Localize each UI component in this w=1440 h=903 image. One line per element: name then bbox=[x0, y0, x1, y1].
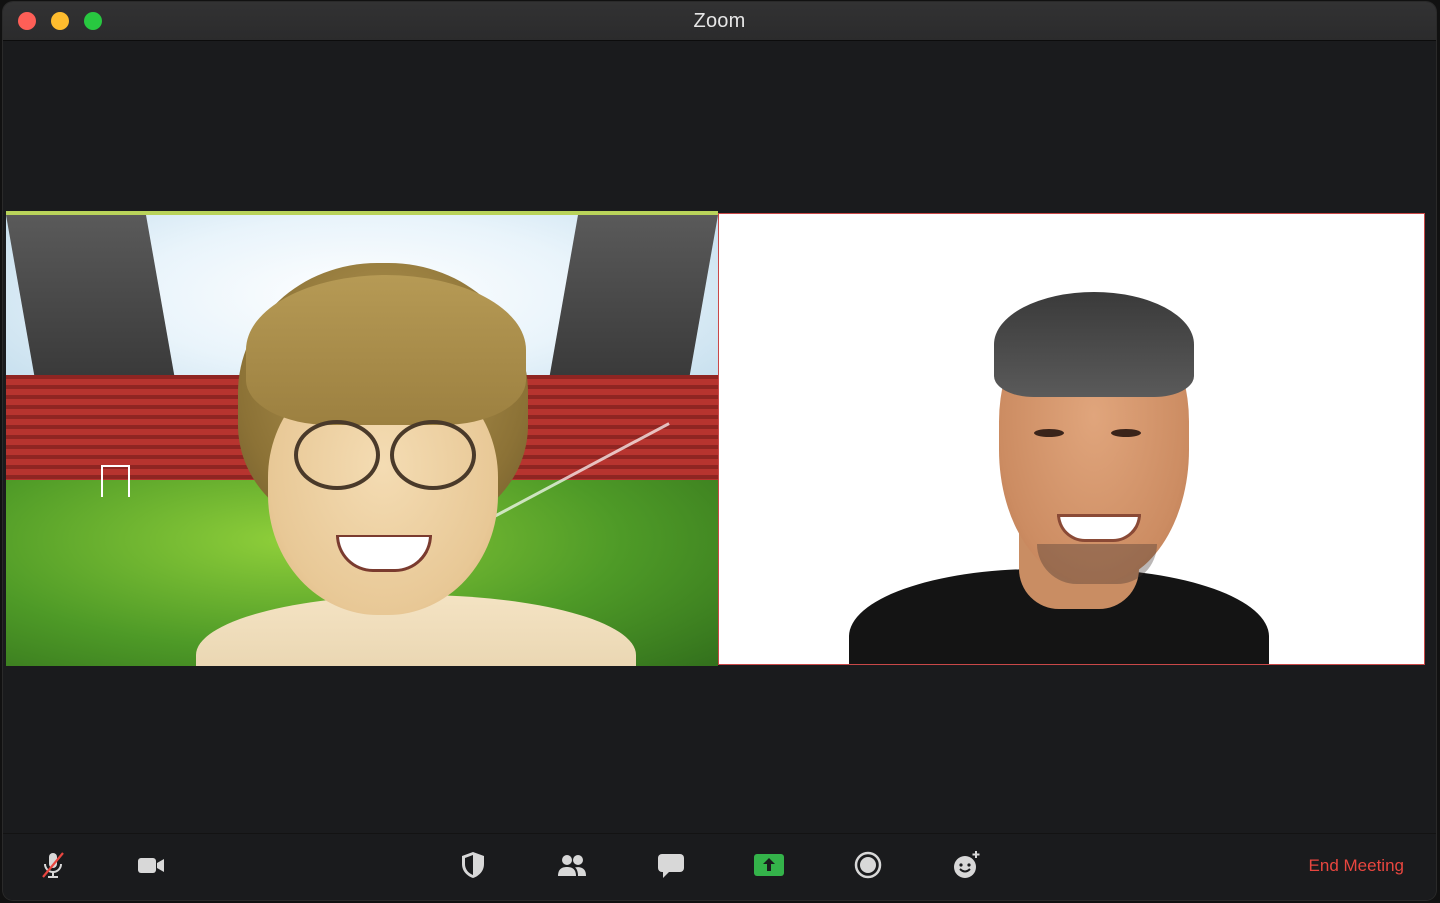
people-icon bbox=[558, 855, 586, 876]
end-meeting-button[interactable]: End Meeting bbox=[1309, 856, 1404, 876]
security-button[interactable] bbox=[453, 848, 493, 882]
video-camera-icon bbox=[138, 858, 164, 873]
video-button[interactable] bbox=[131, 848, 171, 882]
mute-button[interactable] bbox=[33, 848, 73, 882]
participants-button[interactable] bbox=[552, 848, 592, 882]
participant-bangs bbox=[246, 275, 526, 425]
participant-eye-left bbox=[1034, 429, 1064, 437]
participant-eye-right bbox=[1111, 429, 1141, 437]
share-screen-icon bbox=[754, 854, 784, 876]
meeting-toolbar: End Meeting bbox=[3, 833, 1436, 900]
video-gallery bbox=[3, 41, 1436, 834]
record-icon bbox=[854, 851, 882, 879]
chat-bubble-icon bbox=[658, 854, 684, 878]
glasses-lens-left bbox=[294, 420, 380, 490]
window-title: Zoom bbox=[693, 10, 746, 32]
record-button[interactable] bbox=[848, 848, 888, 882]
reactions-button[interactable] bbox=[946, 848, 986, 882]
goal-post bbox=[101, 465, 130, 497]
chat-button[interactable] bbox=[651, 848, 691, 882]
title-bar: Zoom bbox=[3, 2, 1436, 41]
participant-video-right[interactable] bbox=[718, 213, 1425, 665]
glasses-lens-right bbox=[390, 420, 476, 490]
participant-hair bbox=[994, 292, 1194, 397]
participant-video-left[interactable] bbox=[6, 211, 718, 666]
smiley-add-icon bbox=[954, 851, 980, 878]
zoom-window: Zoom End Meeting bbox=[3, 2, 1436, 900]
microphone-muted-icon bbox=[42, 852, 64, 878]
shield-icon bbox=[462, 852, 484, 878]
share-screen-button[interactable] bbox=[749, 848, 789, 882]
